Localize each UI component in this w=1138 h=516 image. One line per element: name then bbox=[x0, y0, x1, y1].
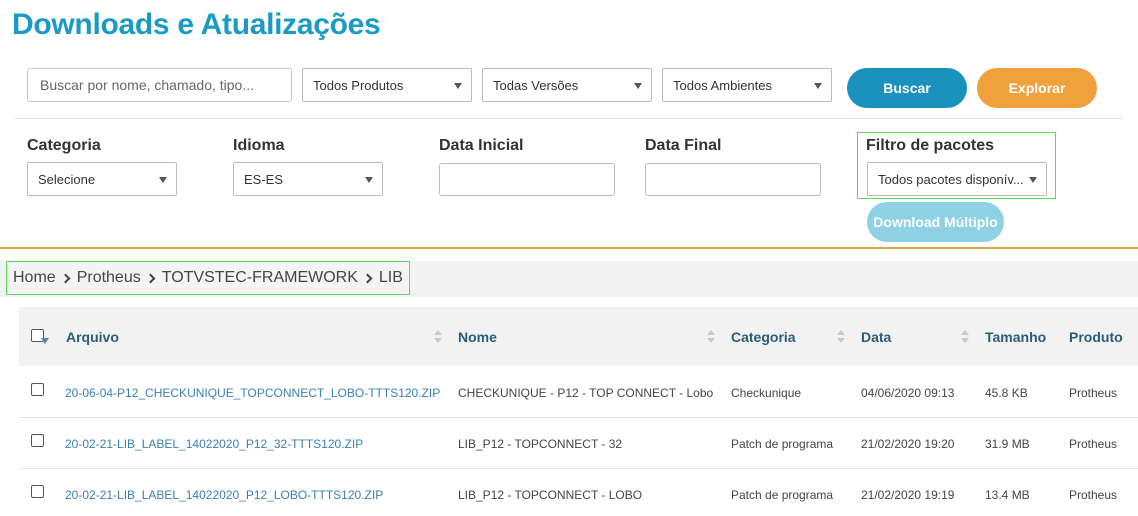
row-arquivo-link[interactable]: 20-06-04-P12_CHECKUNIQUE_TOPCONNECT_LOBO… bbox=[65, 386, 440, 400]
chevron-down-icon bbox=[365, 177, 373, 183]
chevron-right-icon bbox=[145, 273, 156, 283]
chevron-down-icon bbox=[159, 177, 167, 183]
header-tamanho[interactable]: Tamanho bbox=[985, 329, 1046, 345]
filtro-pacotes-select[interactable]: Todos pacotes disponív... bbox=[867, 162, 1047, 196]
data-inicial-label: Data Inicial bbox=[439, 137, 524, 154]
ambiente-select[interactable]: Todos Ambientes bbox=[662, 68, 832, 102]
row-tamanho: 45.8 KB bbox=[985, 386, 1028, 400]
categoria-select-value: Selecione bbox=[38, 171, 96, 187]
idioma-select-value: ES-ES bbox=[244, 171, 284, 187]
header-produto[interactable]: Produto bbox=[1069, 329, 1123, 345]
filtro-pacotes-select-value: Todos pacotes disponív... bbox=[878, 171, 1024, 187]
row-arquivo-link[interactable]: 20-02-21-LIB_LABEL_14022020_P12_LOBO-TTT… bbox=[65, 488, 383, 502]
chevron-right-icon bbox=[60, 273, 71, 283]
produto-select[interactable]: Todos Produtos bbox=[302, 68, 472, 102]
versao-select[interactable]: Todas Versões bbox=[482, 68, 652, 102]
filtro-pacotes-label: Filtro de pacotes bbox=[866, 137, 995, 154]
data-inicial-input[interactable] bbox=[439, 163, 615, 196]
breadcrumb-item-protheus[interactable]: Protheus bbox=[77, 269, 141, 287]
row-tamanho: 31.9 MB bbox=[985, 437, 1030, 451]
data-final-input[interactable] bbox=[645, 163, 821, 196]
produto-select-value: Todos Produtos bbox=[313, 77, 404, 93]
row-checkbox[interactable] bbox=[31, 434, 44, 447]
versao-select-value: Todas Versões bbox=[493, 77, 579, 93]
breadcrumb: Home Protheus TOTVSTEC-FRAMEWORK LIB bbox=[6, 261, 410, 295]
row-nome: LIB_P12 - TOPCONNECT - LOBO bbox=[458, 488, 643, 502]
sort-icon[interactable] bbox=[961, 330, 969, 344]
page-title: Downloads e Atualizações bbox=[12, 8, 381, 41]
row-produto: Protheus bbox=[1069, 437, 1118, 451]
row-data: 04/06/2020 09:13 bbox=[861, 386, 955, 400]
chevron-down-icon bbox=[454, 83, 462, 89]
row-produto: Protheus bbox=[1069, 386, 1118, 400]
data-final-label: Data Final bbox=[645, 137, 722, 154]
chevron-right-icon bbox=[362, 273, 373, 283]
row-nome: LIB_P12 - TOPCONNECT - 32 bbox=[458, 437, 623, 451]
idioma-label: Idioma bbox=[233, 137, 285, 154]
row-data: 21/02/2020 19:19 bbox=[861, 488, 955, 502]
header-data[interactable]: Data bbox=[861, 329, 891, 345]
header-nome[interactable]: Nome bbox=[458, 329, 497, 345]
row-categoria: Patch de programa bbox=[731, 437, 834, 451]
search-input[interactable] bbox=[27, 68, 292, 102]
row-checkbox[interactable] bbox=[31, 485, 44, 498]
chevron-down-icon bbox=[1029, 177, 1037, 183]
idioma-select[interactable]: ES-ES bbox=[233, 162, 383, 196]
caret-down-icon[interactable] bbox=[41, 338, 49, 344]
sort-icon[interactable] bbox=[837, 330, 845, 344]
download-multiplo-button[interactable]: Download Múltiplo bbox=[867, 202, 1004, 242]
ambiente-select-value: Todos Ambientes bbox=[673, 77, 773, 93]
chevron-down-icon bbox=[814, 83, 822, 89]
row-produto: Protheus bbox=[1069, 488, 1118, 502]
row-data: 21/02/2020 19:20 bbox=[861, 437, 955, 451]
sort-icon[interactable] bbox=[707, 330, 715, 344]
section-divider bbox=[0, 247, 1138, 249]
breadcrumb-item-home[interactable]: Home bbox=[13, 269, 56, 287]
breadcrumb-item-framework[interactable]: TOTVSTEC-FRAMEWORK bbox=[162, 269, 358, 287]
row-tamanho: 13.4 MB bbox=[985, 488, 1030, 502]
row-categoria: Checkunique bbox=[731, 386, 802, 400]
breadcrumb-item-lib[interactable]: LIB bbox=[379, 269, 403, 287]
row-arquivo-link[interactable]: 20-02-21-LIB_LABEL_14022020_P12_32-TTTS1… bbox=[65, 437, 363, 451]
explorar-button[interactable]: Explorar bbox=[977, 68, 1097, 108]
header-arquivo[interactable]: Arquivo bbox=[66, 329, 119, 345]
chevron-down-icon bbox=[634, 83, 642, 89]
row-nome: CHECKUNIQUE - P12 - TOP CONNECT - Lobo bbox=[458, 386, 714, 400]
row-categoria: Patch de programa bbox=[731, 488, 834, 502]
table-header bbox=[19, 307, 1138, 366]
buscar-button[interactable]: Buscar bbox=[847, 68, 967, 108]
categoria-select[interactable]: Selecione bbox=[27, 162, 177, 196]
header-categoria[interactable]: Categoria bbox=[731, 329, 796, 345]
categoria-label: Categoria bbox=[27, 137, 101, 154]
row-checkbox[interactable] bbox=[31, 383, 44, 396]
divider bbox=[15, 118, 1123, 119]
sort-icon[interactable] bbox=[434, 330, 442, 344]
